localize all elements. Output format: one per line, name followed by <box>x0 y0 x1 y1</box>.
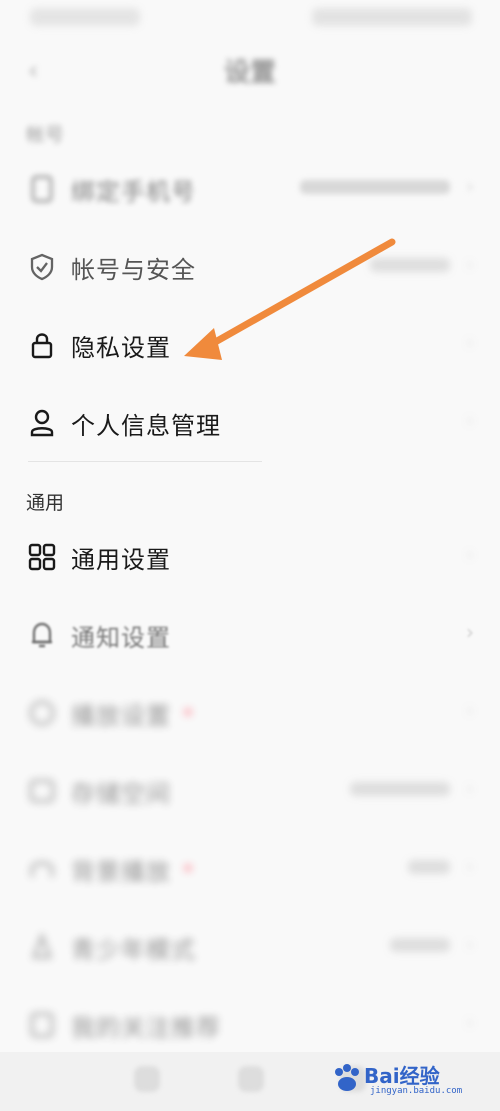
row-teen-mode[interactable]: 青少年模式 › <box>0 916 500 978</box>
shield-icon <box>28 253 56 281</box>
chevron-right-icon: › <box>466 252 474 276</box>
teen-mode-icon <box>28 933 56 961</box>
row-label: 通用设置 <box>71 546 171 574</box>
headphones-icon <box>28 855 56 883</box>
grid-icon <box>28 543 56 571</box>
row-label: 背景播放 <box>71 858 171 886</box>
row-storage[interactable]: 存储空间 › <box>0 760 500 822</box>
section-title-general: 通用 <box>26 492 65 514</box>
security-status-value <box>370 258 450 272</box>
row-play-settings[interactable]: 播放设置 › <box>0 682 500 744</box>
row-follow-recommend[interactable]: 我的关注推荐 › <box>0 994 500 1056</box>
play-icon <box>28 699 56 727</box>
row-privacy-settings[interactable]: 隐私设置 › <box>0 314 500 376</box>
row-label: 隐私设置 <box>71 334 171 362</box>
watermark-url: jingyan.baidu.com <box>370 1086 463 1096</box>
row-account-security[interactable]: 帐号与安全 › <box>0 236 500 298</box>
chevron-right-icon: › <box>466 330 474 354</box>
chevron-right-icon: › <box>466 620 474 644</box>
bottom-tab-icon[interactable] <box>134 1066 160 1092</box>
new-dot-badge <box>184 864 192 872</box>
chevron-right-icon: › <box>466 854 474 878</box>
row-label: 我的关注推荐 <box>71 1014 221 1042</box>
chevron-right-icon: › <box>466 408 474 432</box>
section-title-account: 帐号 <box>26 124 65 146</box>
row-notification-settings[interactable]: 通知设置 › <box>0 604 500 666</box>
row-label: 播放设置 <box>71 702 171 730</box>
chevron-right-icon: › <box>466 776 474 800</box>
chevron-right-icon: › <box>466 1010 474 1034</box>
row-personal-info[interactable]: 个人信息管理 › <box>0 392 500 454</box>
row-label: 存储空间 <box>71 780 171 808</box>
storage-value <box>350 782 450 796</box>
paw-logo-icon <box>335 1064 359 1091</box>
storage-icon <box>28 777 56 805</box>
watermark-brand: Bai经验 <box>364 1064 440 1088</box>
nav-bar: ‹ 设置 <box>0 40 500 96</box>
lock-icon <box>28 331 56 359</box>
bell-icon <box>28 621 56 649</box>
row-background-play[interactable]: 背景播放 › <box>0 838 500 900</box>
chevron-right-icon: › <box>466 932 474 956</box>
page-title: 设置 <box>223 58 276 88</box>
row-label: 青少年模式 <box>71 936 196 964</box>
teen-mode-value <box>390 938 450 952</box>
row-general-settings[interactable]: 通用设置 › <box>0 526 500 588</box>
status-carrier <box>30 8 140 26</box>
chevron-right-icon: › <box>466 174 474 198</box>
status-indicators <box>312 8 472 26</box>
phone-icon <box>28 175 56 203</box>
status-bar <box>0 0 500 36</box>
row-label: 帐号与安全 <box>71 256 196 284</box>
new-dot-badge <box>184 708 192 716</box>
row-label: 绑定手机号 <box>71 178 196 206</box>
section-divider <box>28 461 262 462</box>
document-icon <box>28 1011 56 1039</box>
chevron-right-icon: › <box>466 698 474 722</box>
watermark: Bai经验 jingyan.baidu.com <box>330 1056 480 1102</box>
phone-value <box>300 180 450 194</box>
chevron-right-icon: › <box>466 542 474 566</box>
person-icon <box>28 409 56 437</box>
background-play-value <box>408 860 450 874</box>
row-label: 个人信息管理 <box>71 412 221 440</box>
row-label: 通知设置 <box>71 624 171 652</box>
bottom-tab-icon[interactable] <box>238 1066 264 1092</box>
row-bind-phone[interactable]: 绑定手机号 › <box>0 158 500 220</box>
